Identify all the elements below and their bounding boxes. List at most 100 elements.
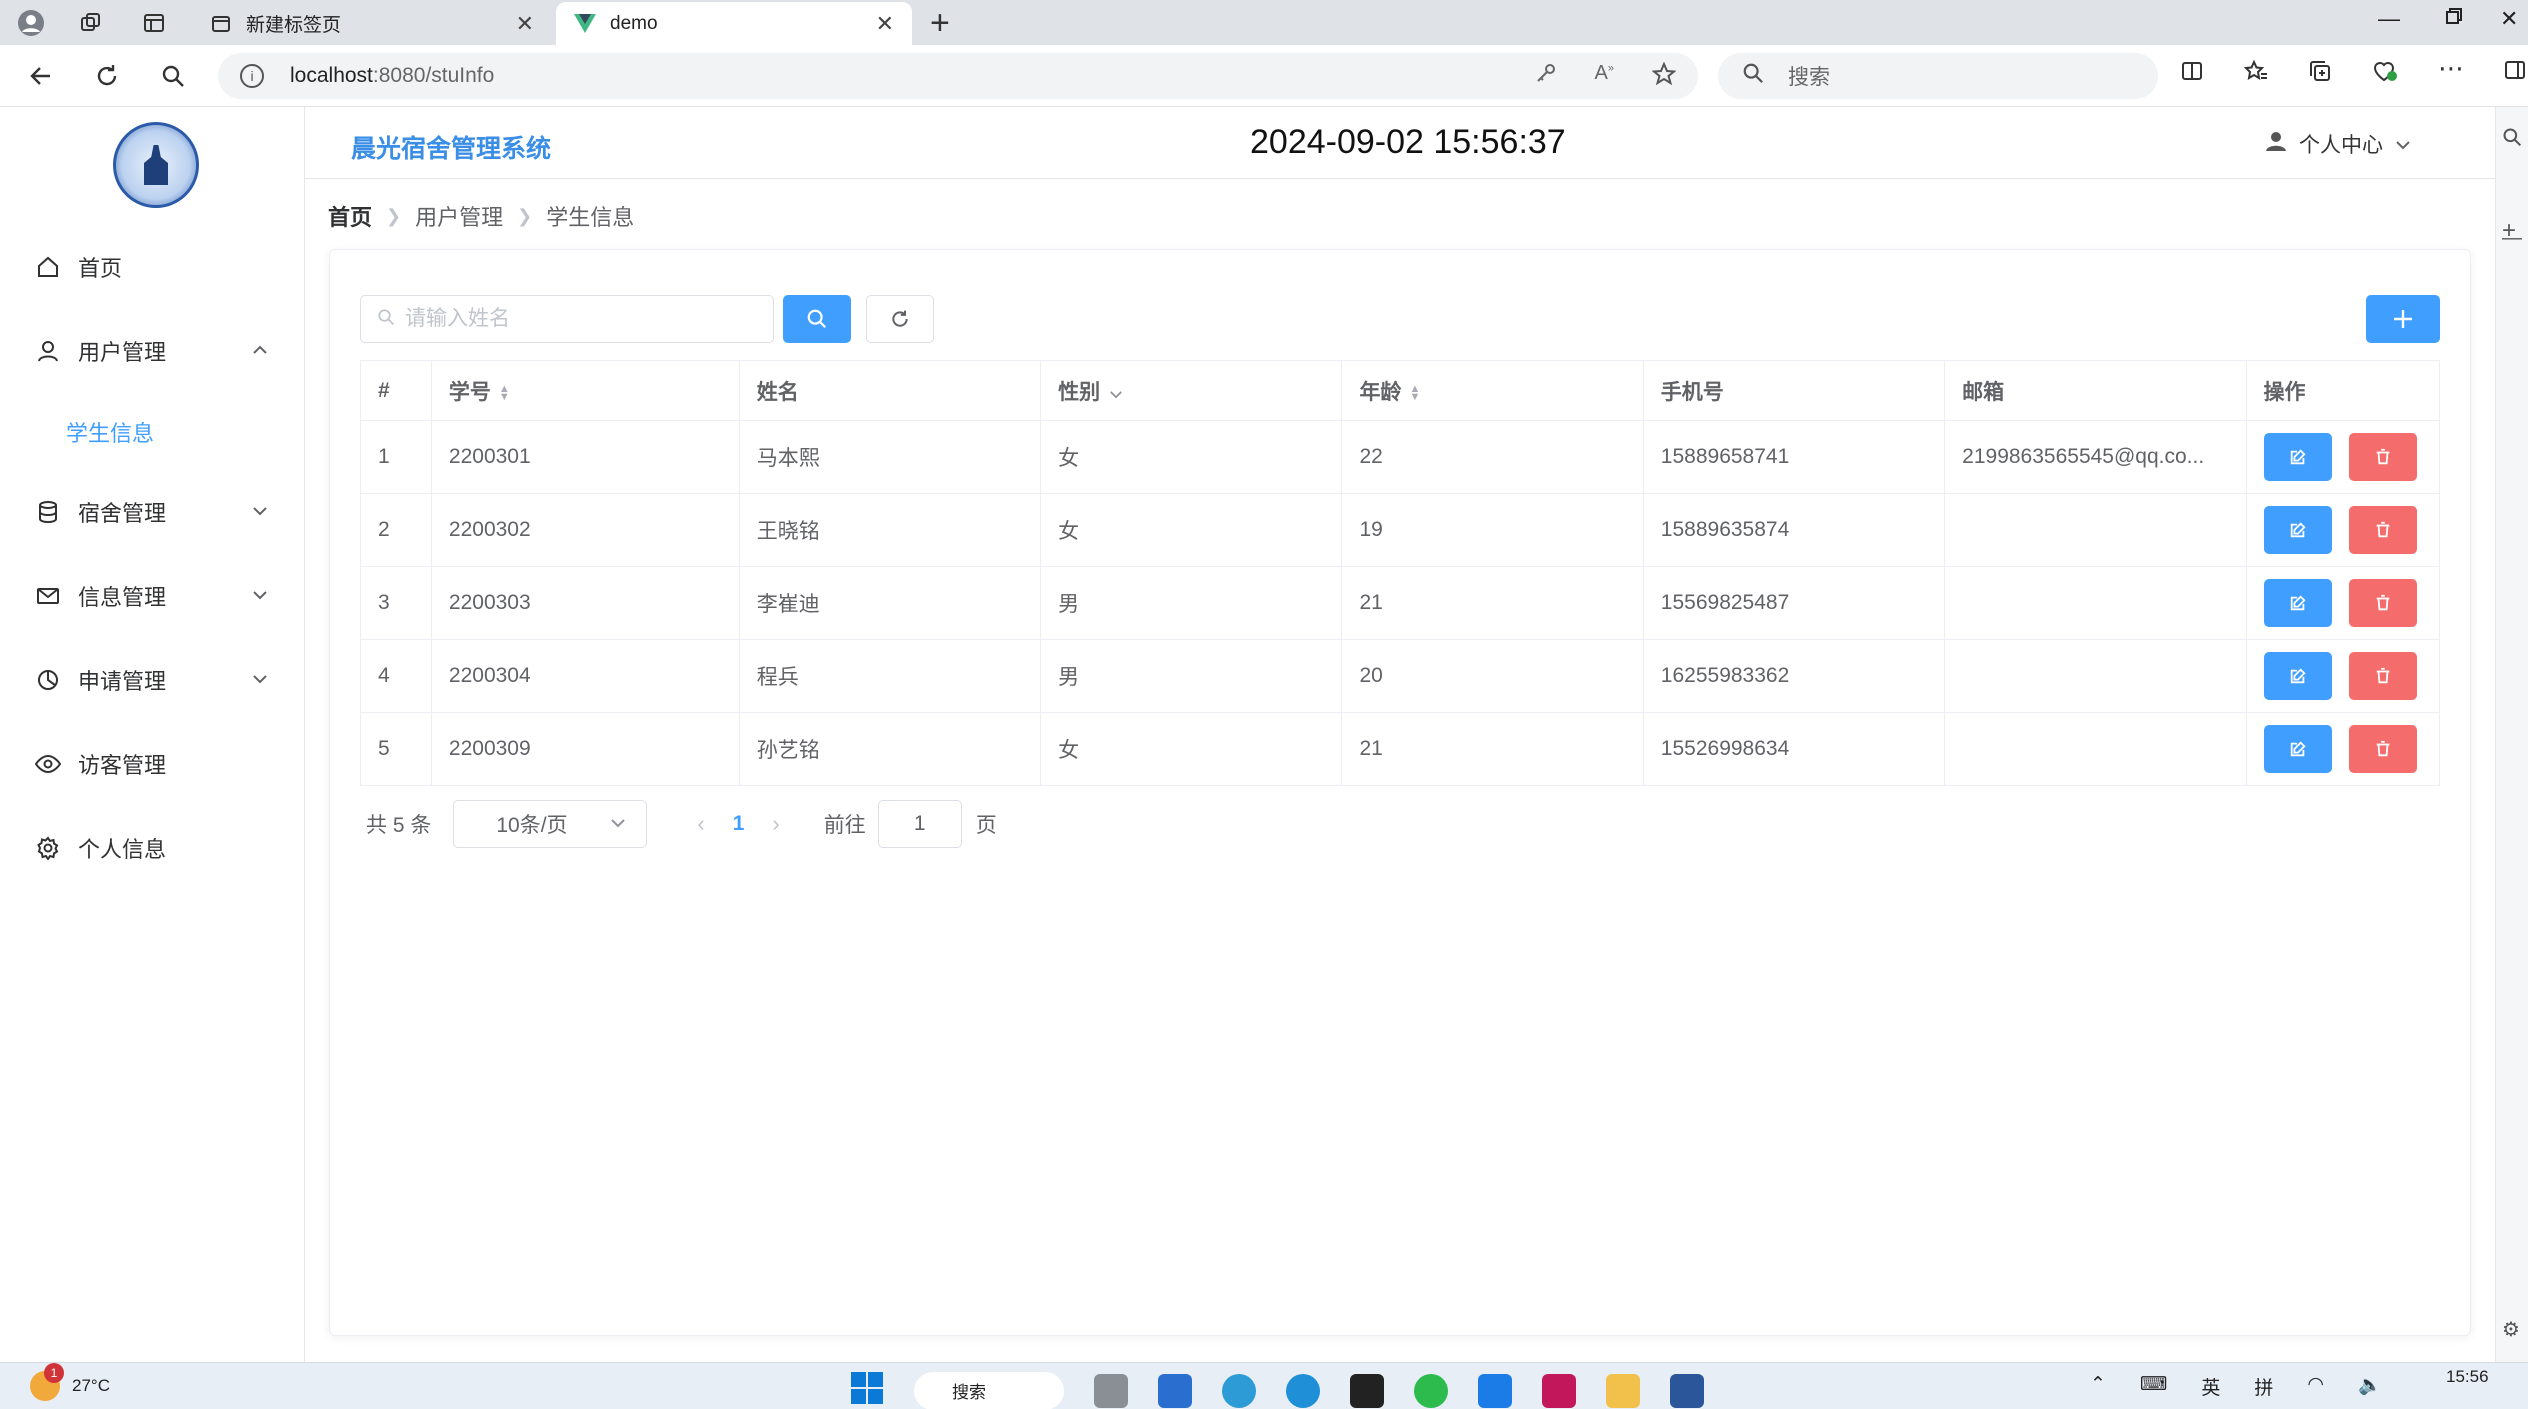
add-student-button[interactable] <box>2366 295 2440 343</box>
jetbrains-icon[interactable] <box>1542 1373 1576 1408</box>
edit-button[interactable] <box>2263 725 2332 773</box>
sidebar-item-student-info[interactable]: 学生信息 <box>0 404 304 460</box>
add-sidebar-app-icon[interactable]: + <box>2502 217 2516 245</box>
search-icon <box>807 309 827 329</box>
key-icon[interactable] <box>1535 62 1557 92</box>
profile-icon[interactable] <box>14 6 48 40</box>
favorite-star-icon[interactable] <box>1651 61 1677 92</box>
user-menu-dropdown[interactable]: 个人中心 <box>2265 129 2411 159</box>
new-tab-button[interactable]: + <box>930 6 950 40</box>
search-button[interactable] <box>783 295 851 343</box>
column-header-age[interactable]: 年龄 ▲ ▼ <box>1341 360 1644 421</box>
more-options-icon[interactable]: ⋯ <box>2438 55 2464 90</box>
weather-widget[interactable]: 1 27°C <box>30 1363 110 1401</box>
delete-button[interactable] <box>2348 506 2417 554</box>
taskbar-clock[interactable]: 15:56 <box>2446 1367 2489 1387</box>
store-icon[interactable] <box>1158 1373 1192 1408</box>
sidebar-item-user-management[interactable]: 用户管理 <box>0 323 304 379</box>
column-label: 年龄 <box>1359 380 1402 404</box>
sidebar-toggle-icon[interactable] <box>2504 59 2526 90</box>
edge-browser-icon[interactable] <box>1286 1373 1320 1408</box>
sidebar-item-info-management[interactable]: 信息管理 <box>0 568 304 624</box>
weather-sun-icon: 1 <box>30 1363 64 1401</box>
column-label: 邮箱 <box>1962 380 2005 404</box>
windows-start-icon[interactable] <box>850 1371 884 1409</box>
search-icon[interactable] <box>2502 127 2522 153</box>
name-search-input[interactable] <box>405 307 765 331</box>
gear-icon[interactable]: ⚙ <box>2502 1317 2520 1342</box>
goto-page-input[interactable]: 1 <box>877 800 962 848</box>
workspaces-icon[interactable] <box>74 6 108 40</box>
user-menu-label: 个人中心 <box>2299 134 2383 157</box>
sidebar-item-application-management[interactable]: 申请管理 <box>0 652 304 708</box>
sort-icon[interactable]: ▲ ▼ <box>1409 383 1420 402</box>
ime-mode[interactable]: 拼 <box>2254 1373 2273 1400</box>
name-search-field[interactable] <box>360 295 774 343</box>
current-time: 2024-09-02 15:56:37 <box>1250 123 1566 161</box>
tab-new-tab[interactable]: 新建标签页 ✕ <box>192 2 552 45</box>
close-tab-icon[interactable]: ✕ <box>876 11 894 37</box>
prev-page-button[interactable]: ‹ <box>697 811 704 837</box>
delete-button[interactable] <box>2348 579 2417 627</box>
messenger-icon[interactable] <box>1478 1373 1512 1408</box>
close-tab-icon[interactable]: ✕ <box>516 11 534 37</box>
ie-browser-icon[interactable] <box>1222 1373 1256 1408</box>
sidebar-item-home[interactable]: 首页 <box>0 239 304 295</box>
column-header-gender[interactable]: 性别 <box>1040 360 1343 421</box>
delete-button[interactable] <box>2348 433 2417 481</box>
task-view-icon[interactable] <box>1094 1373 1128 1408</box>
keyboard-icon[interactable]: ⌨ <box>2140 1373 2167 1400</box>
chevron-right-icon: ❯ <box>517 205 533 226</box>
tab-title: demo <box>610 12 658 34</box>
tab-actions-icon[interactable] <box>137 6 171 40</box>
chevron-up-icon[interactable]: ⌃ <box>2090 1373 2106 1400</box>
next-page-button[interactable]: › <box>772 811 779 837</box>
app-sidebar: 首页 用户管理 学生信息 宿舍管理 信息管理 申请管理 访客管理 个人信息 <box>0 107 305 1362</box>
ime-language[interactable]: 英 <box>2201 1373 2220 1400</box>
reset-button[interactable] <box>866 295 934 343</box>
delete-button[interactable] <box>2348 652 2417 700</box>
minimize-icon[interactable]: — <box>2378 6 2400 32</box>
browser-essentials-icon[interactable] <box>2372 59 2398 90</box>
word-icon[interactable] <box>1670 1373 1704 1408</box>
address-bar-actions: A» <box>1535 61 1677 92</box>
code-editor-icon[interactable] <box>1350 1373 1384 1408</box>
delete-button[interactable] <box>2348 725 2417 773</box>
edit-button[interactable] <box>2263 506 2332 554</box>
sidebar-item-visitor-management[interactable]: 访客管理 <box>0 736 304 792</box>
read-aloud-icon[interactable]: A» <box>1595 62 1614 92</box>
page-number-current[interactable]: 1 <box>733 812 745 836</box>
chevron-down-icon <box>252 587 268 605</box>
table-row: 5 2200309 孙艺铭 女 21 15526998634 <box>360 712 2441 786</box>
cell-student-id: 2200303 <box>430 566 740 640</box>
favorites-icon[interactable] <box>2243 59 2268 90</box>
tab-demo[interactable]: demo ✕ <box>556 2 912 45</box>
sidebar-item-dorm-management[interactable]: 宿舍管理 <box>0 484 304 540</box>
restore-icon[interactable] <box>2444 6 2464 32</box>
page-size-select[interactable]: 10条/页 <box>453 800 648 848</box>
volume-icon[interactable]: 🔈 <box>2358 1373 2382 1400</box>
close-window-icon[interactable]: ✕ <box>2500 6 2518 32</box>
back-icon[interactable] <box>24 59 58 93</box>
filter-chevron-icon[interactable] <box>1104 386 1122 403</box>
sidebar-item-personal-info[interactable]: 个人信息 <box>0 820 304 876</box>
sort-icon[interactable]: ▲ ▼ <box>499 383 510 402</box>
site-info-icon[interactable]: i <box>240 64 264 88</box>
wifi-icon[interactable]: ◠ <box>2307 1373 2324 1400</box>
taskbar-search[interactable]: 搜索 <box>914 1371 1064 1409</box>
browser-search-box[interactable]: 搜索 <box>1718 53 2158 99</box>
collections-icon[interactable] <box>2308 59 2332 90</box>
address-bar[interactable]: i localhost:8080/stuInfo A» <box>218 53 1698 99</box>
edit-button[interactable] <box>2263 433 2332 481</box>
split-screen-icon[interactable] <box>2180 59 2204 90</box>
cell-gender: 女 <box>1040 420 1343 494</box>
chevron-down-icon <box>252 503 268 521</box>
edit-button[interactable] <box>2263 579 2332 627</box>
edit-button[interactable] <box>2263 652 2332 700</box>
file-explorer-icon[interactable] <box>1606 1373 1640 1408</box>
search-icon[interactable] <box>156 59 190 93</box>
column-header-student-id[interactable]: 学号 ▲ ▼ <box>430 360 740 421</box>
breadcrumb-home[interactable]: 首页 <box>328 200 372 232</box>
refresh-icon[interactable] <box>90 59 124 93</box>
wechat-icon[interactable] <box>1414 1373 1448 1408</box>
